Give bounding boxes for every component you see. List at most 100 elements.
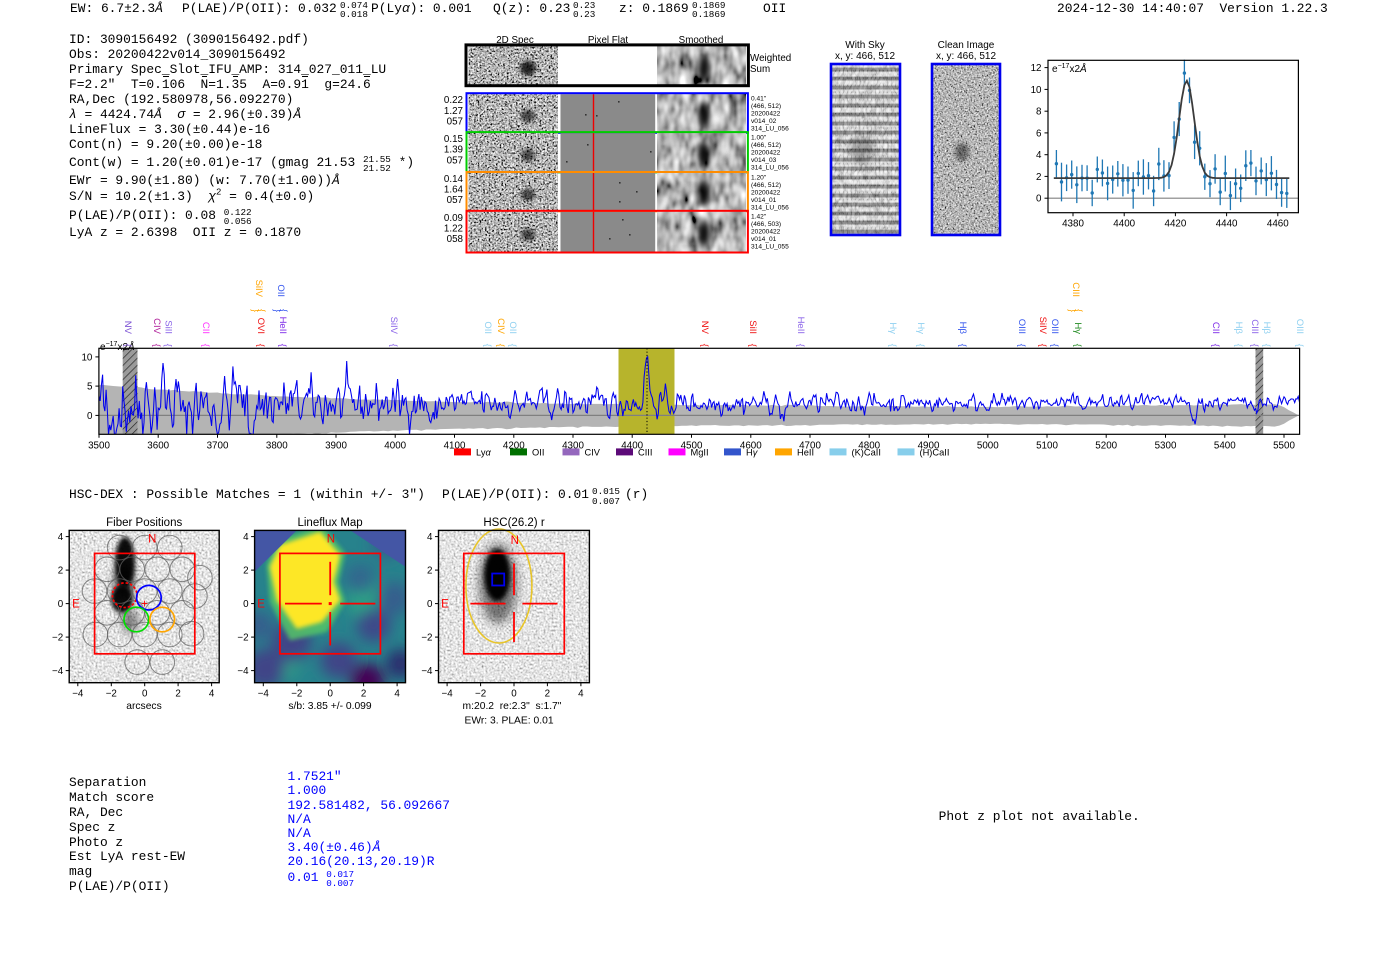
- svg-text:0: 0: [87, 411, 93, 422]
- svg-text:0.41": 0.41": [751, 96, 767, 103]
- svg-text:(466, 512): (466, 512): [751, 103, 781, 110]
- svg-text:2: 2: [427, 566, 432, 577]
- svg-text:314_LU_056: 314_LU_056: [751, 205, 789, 212]
- svg-text:E: E: [441, 599, 449, 611]
- svg-text:058: 058: [447, 234, 464, 245]
- svg-text:Fiber Positions: Fiber Positions: [106, 517, 182, 529]
- svg-text:−4: −4: [52, 666, 64, 677]
- svg-text:0.22: 0.22: [444, 95, 463, 106]
- svg-text:{: {: [152, 344, 162, 347]
- svg-text:{: {: [1050, 344, 1060, 347]
- svg-text:SiIV: SiIV: [1037, 317, 1048, 335]
- svg-text:2: 2: [58, 566, 63, 577]
- svg-text:0: 0: [58, 599, 64, 610]
- svg-text:0: 0: [427, 599, 433, 610]
- svg-text:EWr: 3. PLAE: 0.01: EWr: 3. PLAE: 0.01: [464, 716, 553, 727]
- svg-text:Clean Image: Clean Image: [938, 40, 995, 51]
- svg-text:CIV: CIV: [151, 318, 162, 335]
- svg-text:Pixel Flat: Pixel Flat: [588, 35, 629, 46]
- svg-text:5300: 5300: [1155, 440, 1177, 451]
- svg-text:Sum: Sum: [750, 64, 770, 75]
- svg-text:Hγ: Hγ: [1072, 322, 1083, 334]
- svg-text:(466, 512): (466, 512): [751, 182, 781, 189]
- svg-text:057: 057: [447, 155, 463, 166]
- svg-text:(H)CaII: (H)CaII: [920, 448, 950, 458]
- svg-text:N: N: [327, 534, 335, 546]
- svg-text:5200: 5200: [1095, 440, 1117, 451]
- svg-text:1.42": 1.42": [751, 213, 767, 220]
- svg-text:NV: NV: [699, 321, 710, 335]
- svg-text:OII: OII: [482, 321, 493, 334]
- svg-text:Hβ: Hβ: [957, 322, 968, 335]
- svg-text:x, y: 466, 512: x, y: 466, 512: [835, 51, 895, 62]
- svg-text:4000: 4000: [384, 440, 406, 451]
- svg-text:HeII: HeII: [277, 317, 288, 334]
- svg-text:{: {: [958, 344, 968, 347]
- svg-text:−4: −4: [442, 689, 454, 700]
- svg-text:0.14: 0.14: [444, 174, 464, 185]
- svg-text:0: 0: [1036, 194, 1042, 205]
- svg-text:3600: 3600: [147, 440, 169, 451]
- svg-text:5400: 5400: [1214, 440, 1236, 451]
- svg-text:{: {: [916, 344, 926, 347]
- svg-text:4420: 4420: [1165, 219, 1187, 230]
- svg-text:MgII: MgII: [691, 448, 709, 458]
- svg-text:−4: −4: [72, 689, 84, 700]
- svg-text:m:20.2 re:2.3" s:1.7": m:20.2 re:2.3" s:1.7": [463, 701, 562, 712]
- svg-text:E: E: [257, 599, 265, 611]
- svg-text:SiIV: SiIV: [253, 280, 264, 298]
- svg-text:{: {: [201, 344, 211, 347]
- svg-text:2: 2: [361, 689, 366, 700]
- svg-text:10: 10: [1031, 85, 1042, 96]
- svg-text:4: 4: [58, 532, 64, 543]
- svg-text:3700: 3700: [207, 440, 229, 451]
- svg-text:0: 0: [511, 689, 517, 700]
- svg-text:20200422: 20200422: [751, 228, 781, 235]
- svg-text:2: 2: [243, 566, 248, 577]
- svg-text:N: N: [511, 535, 519, 547]
- svg-text:CIII: CIII: [638, 448, 652, 458]
- svg-text:{: {: [1234, 344, 1244, 347]
- svg-text:1.27: 1.27: [444, 106, 463, 117]
- svg-text:Hβ: Hβ: [1233, 322, 1244, 335]
- svg-text:0: 0: [142, 689, 148, 700]
- svg-text:4: 4: [1036, 150, 1042, 161]
- svg-text:{: {: [257, 309, 267, 312]
- svg-text:6: 6: [1036, 128, 1042, 139]
- svg-text:10: 10: [81, 352, 92, 363]
- svg-text:−4: −4: [421, 666, 433, 677]
- svg-text:CIII: CIII: [1070, 282, 1081, 297]
- svg-text:{: {: [123, 344, 133, 347]
- svg-text:1.22: 1.22: [444, 223, 463, 234]
- svg-text:e−17x2Å: e−17x2Å: [1052, 62, 1087, 75]
- svg-text:NV: NV: [122, 321, 133, 335]
- svg-text:OII: OII: [532, 448, 544, 458]
- svg-text:8: 8: [1036, 107, 1042, 118]
- svg-text:{: {: [256, 344, 266, 347]
- svg-text:(466, 512): (466, 512): [751, 142, 781, 149]
- svg-text:E: E: [72, 599, 80, 611]
- svg-text:3800: 3800: [266, 440, 288, 451]
- svg-text:CII: CII: [1210, 322, 1221, 334]
- svg-text:314_LU_056: 314_LU_056: [751, 165, 789, 172]
- svg-text:2: 2: [545, 689, 550, 700]
- svg-text:0.15: 0.15: [444, 134, 464, 145]
- svg-text:{: {: [163, 344, 173, 347]
- svg-text:CIV: CIV: [495, 318, 506, 335]
- svg-text:+: +: [141, 597, 148, 611]
- svg-text:4: 4: [243, 532, 249, 543]
- svg-text:314_LU_056: 314_LU_056: [751, 126, 789, 133]
- svg-text:−4: −4: [237, 666, 249, 677]
- svg-text:Hγ: Hγ: [887, 322, 898, 334]
- svg-text:0: 0: [327, 689, 333, 700]
- svg-text:{: {: [1211, 344, 1221, 347]
- svg-text:2: 2: [1036, 172, 1041, 183]
- svg-text:3900: 3900: [325, 440, 347, 451]
- svg-text:CIII: CIII: [1249, 319, 1260, 334]
- svg-text:1.39: 1.39: [444, 145, 463, 156]
- svg-text:OIII: OIII: [1016, 319, 1027, 334]
- svg-text:2: 2: [175, 689, 180, 700]
- svg-text:−2: −2: [106, 689, 117, 700]
- svg-text:{: {: [888, 344, 898, 347]
- svg-text:−2: −2: [237, 633, 248, 644]
